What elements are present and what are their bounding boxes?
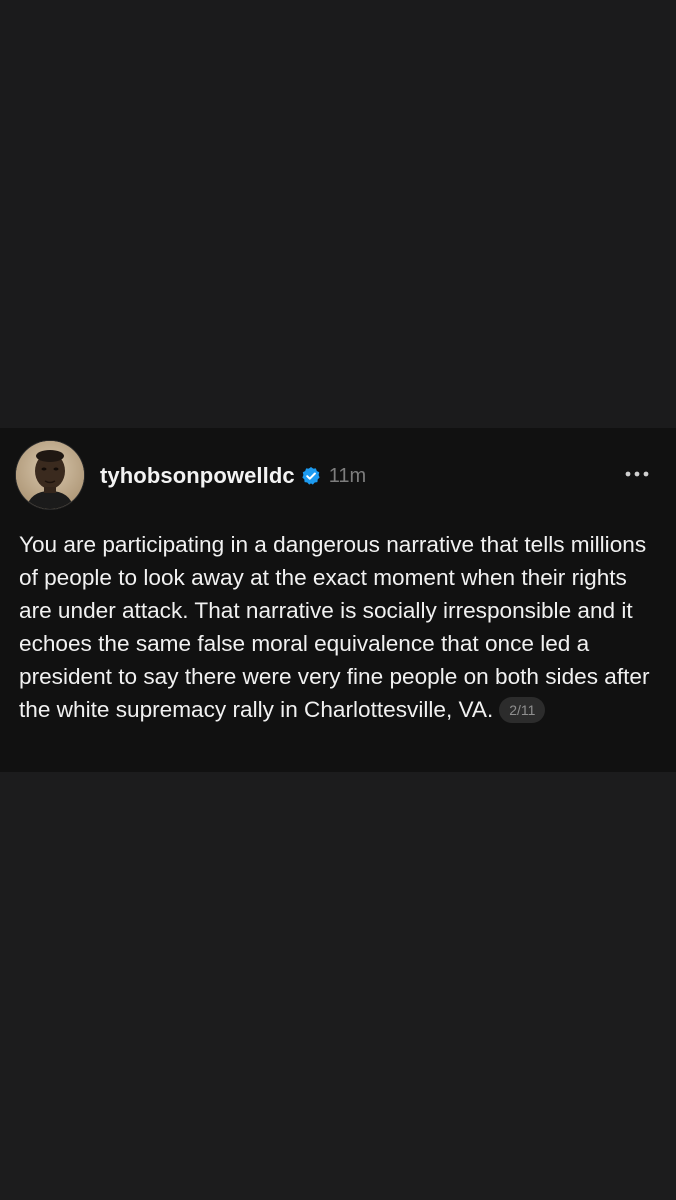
post-text: You are participating in a dangerous nar… — [19, 532, 650, 722]
avatar-image — [16, 441, 84, 509]
more-options-button[interactable] — [622, 462, 652, 486]
post-timestamp: 11m — [328, 464, 367, 487]
thread-position-badge: 2/11 — [499, 697, 546, 723]
post-card[interactable]: tyhobsonpowelldc 11m You are participati… — [0, 428, 676, 772]
username[interactable]: tyhobsonpowelldc — [100, 463, 295, 489]
avatar[interactable] — [16, 441, 84, 509]
post-header: tyhobsonpowelldc 11m — [100, 460, 366, 492]
empty-feed-area-top — [0, 0, 676, 428]
empty-feed-area-bottom — [0, 772, 676, 1200]
more-options-icon — [625, 471, 649, 477]
post-body: You are participating in a dangerous nar… — [19, 528, 659, 726]
verified-badge-icon — [301, 466, 321, 486]
